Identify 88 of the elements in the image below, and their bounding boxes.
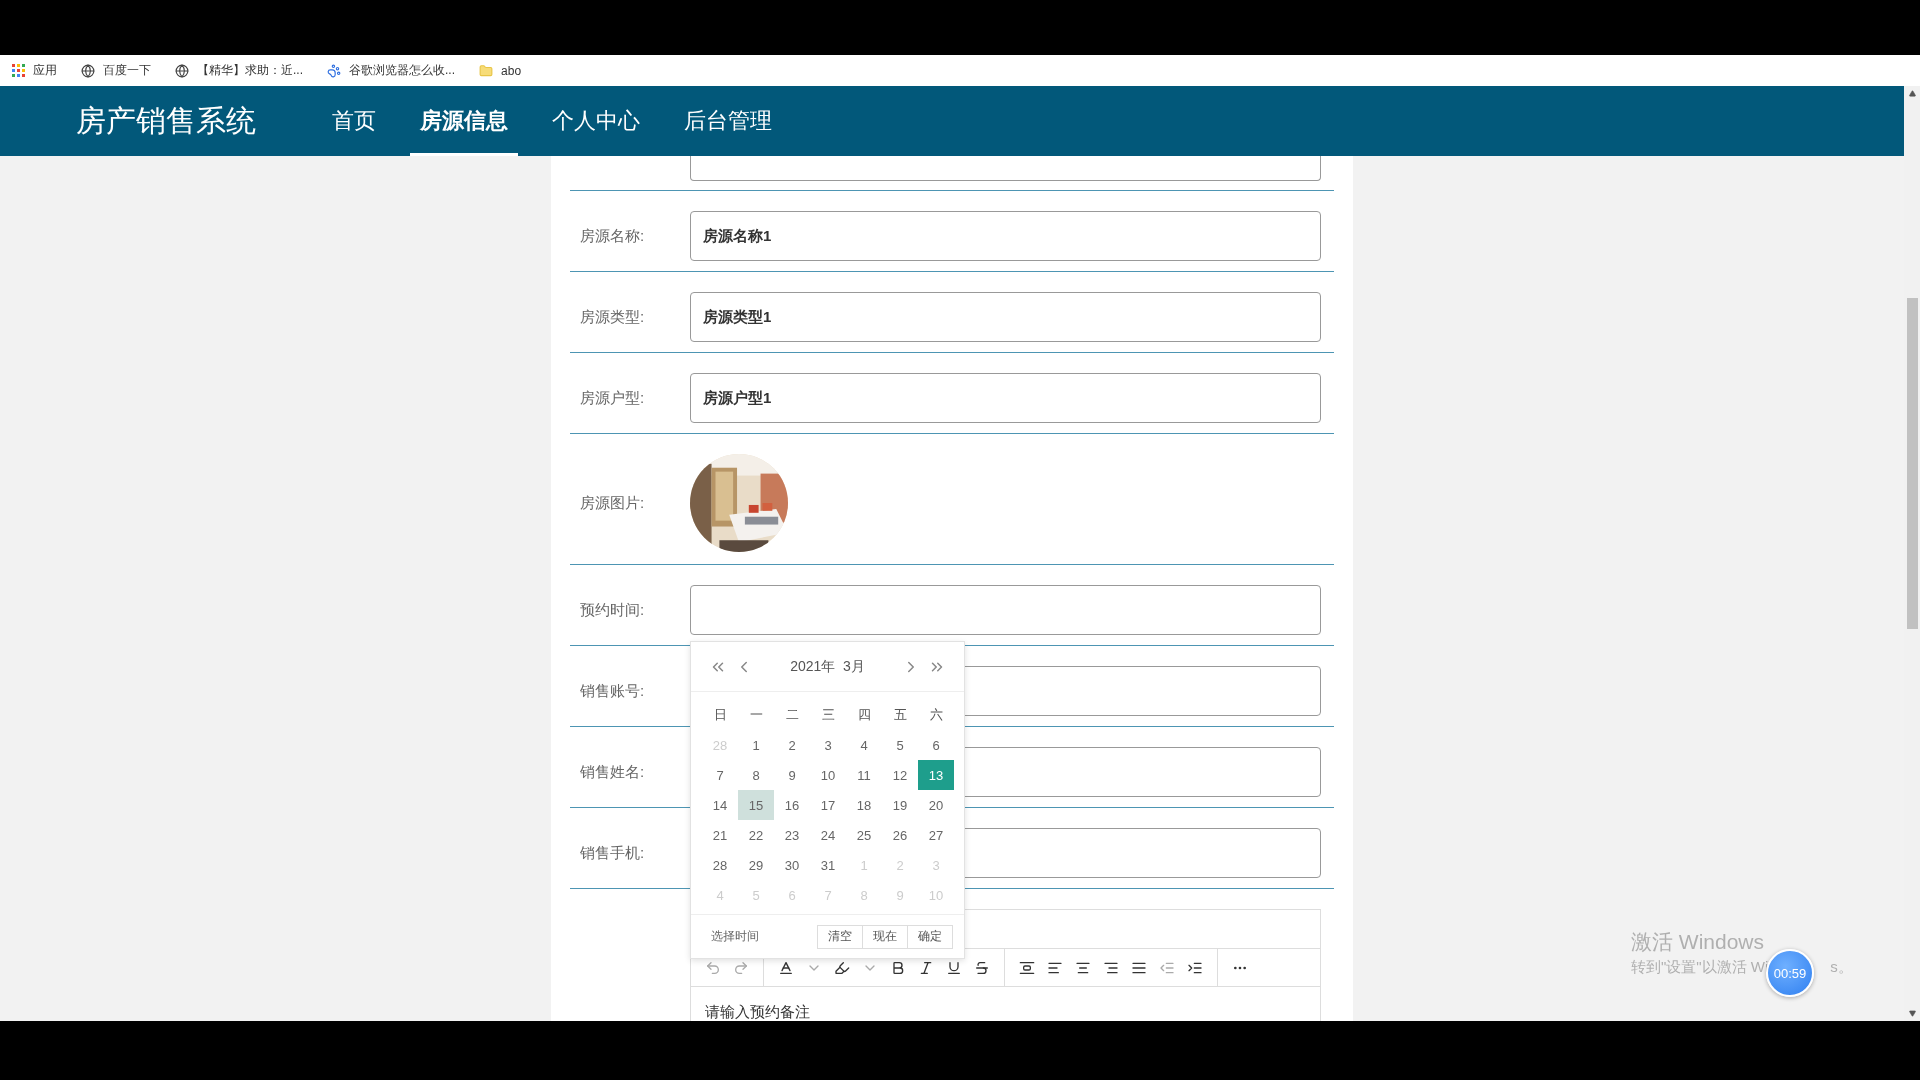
weekday-label: 二 [784,706,800,724]
weekday-label: 六 [928,706,944,724]
weekday-label: 日 [712,706,728,724]
calendar-day[interactable]: 13 [918,760,954,790]
field-label: 房源名称: [579,226,646,246]
weekday-label: 三 [820,706,836,724]
field-label: 房源户型: [579,388,646,408]
strikethrough-icon[interactable] [974,959,990,976]
calendar-day[interactable]: 14 [702,790,738,820]
field-label: 销售姓名: [579,762,646,782]
font-color-icon[interactable] [778,959,794,976]
calendar-day[interactable]: 25 [846,820,882,850]
calendar-day[interactable]: 12 [882,760,918,790]
scroll-up-icon[interactable] [1908,90,1916,97]
nav-link[interactable]: 个人中心 [542,86,650,156]
calendar-day[interactable]: 23 [774,820,810,850]
input-field[interactable]: 房源类型1 [690,292,1321,342]
calendar-day[interactable]: 16 [774,790,810,820]
calendar-day[interactable]: 24 [810,820,846,850]
input-field[interactable]: 房源户型1 [690,373,1321,423]
globe-icon [175,63,189,78]
calendar-day[interactable]: 7 [702,760,738,790]
underline-icon[interactable] [946,959,962,976]
input-field[interactable]: 房源名称1 [690,211,1321,261]
italic-icon[interactable] [918,959,934,976]
bold-icon[interactable] [890,959,906,976]
calendar-day[interactable]: 17 [810,790,846,820]
calendar-day[interactable]: 5 [882,730,918,760]
calendar-day[interactable]: 21 [702,820,738,850]
calendar-day[interactable]: 2 [774,730,810,760]
bookmark-item[interactable]: 百度一下 [81,62,151,79]
calendar-day[interactable]: 15 [738,790,774,820]
site-title: 房产销售系统 [76,102,256,139]
calendar-day[interactable]: 6 [918,730,954,760]
activation-hint: s。 [1830,958,1853,977]
nav-link[interactable]: 房源信息 [410,86,518,156]
bookmark-item[interactable]: 应用 [12,62,57,79]
bookmark-item[interactable]: 谷歌浏览器怎么收... [327,62,456,79]
calendar-day[interactable]: 29 [738,850,774,880]
picker-button[interactable]: 清空 [817,924,863,949]
scrollbar[interactable] [1904,86,1920,1021]
calendar-day[interactable]: 8 [738,760,774,790]
field-label: 销售账号: [579,681,646,701]
apps-icon [12,64,25,77]
weekday-label: 四 [856,706,872,724]
select-time-link[interactable]: 选择时间 [711,928,818,945]
weekday-label: 五 [892,706,908,724]
calendar-day[interactable]: 26 [882,820,918,850]
calendar-day[interactable]: 4 [846,730,882,760]
globe-icon [81,63,95,78]
bookmark-item[interactable]: 【精华】求助：近... [175,62,303,79]
field-label: 预约时间: [579,600,646,620]
field-label: 销售手机: [579,843,646,863]
redo-icon[interactable] [733,959,749,976]
highlighter-icon[interactable] [834,959,850,976]
picker-button[interactable]: 现在 [862,924,908,949]
scroll-down-icon[interactable] [1908,1010,1916,1017]
calendar-day[interactable]: 31 [810,850,846,880]
activation-title: 激活 Windows [1631,929,1766,955]
bookmark-item[interactable]: abo [479,63,522,78]
calendar-day[interactable]: 27 [918,820,954,850]
nav-link[interactable]: 后台管理 [674,86,782,156]
calendar-day[interactable]: 18 [846,790,882,820]
calendar-day[interactable]: 11 [846,760,882,790]
calendar-day[interactable]: 22 [738,820,774,850]
calendar-day[interactable]: 28 [702,850,738,880]
editor-placeholder[interactable]: 请输入预约备注 [691,987,1320,1021]
calendar-day[interactable]: 19 [882,790,918,820]
calendar-day[interactable]: 20 [918,790,954,820]
field-label: 房源图片: [579,493,646,513]
month-title: 2021年 3月 [789,657,866,676]
calendar-day[interactable]: 3 [810,730,846,760]
paw-icon [327,63,341,78]
calendar-day[interactable]: 9 [774,760,810,790]
undo-icon[interactable] [705,959,721,976]
calendar-day[interactable]: 10 [810,760,846,790]
activation-hint: 转到"设置"以激活 Wi [1631,958,1769,977]
folder-icon [479,63,494,78]
date-field[interactable] [690,585,1321,635]
calendar-day[interactable]: 30 [774,850,810,880]
calendar-day[interactable]: 1 [738,730,774,760]
nav-link[interactable]: 首页 [322,86,386,156]
scrollbar-thumb[interactable] [1906,298,1918,629]
input-field[interactable] [690,156,1321,181]
weekday-label: 一 [748,706,764,724]
picker-button[interactable]: 确定 [907,924,953,949]
field-label: 房源类型: [579,307,646,327]
line-spacing-icon[interactable] [1019,959,1035,976]
